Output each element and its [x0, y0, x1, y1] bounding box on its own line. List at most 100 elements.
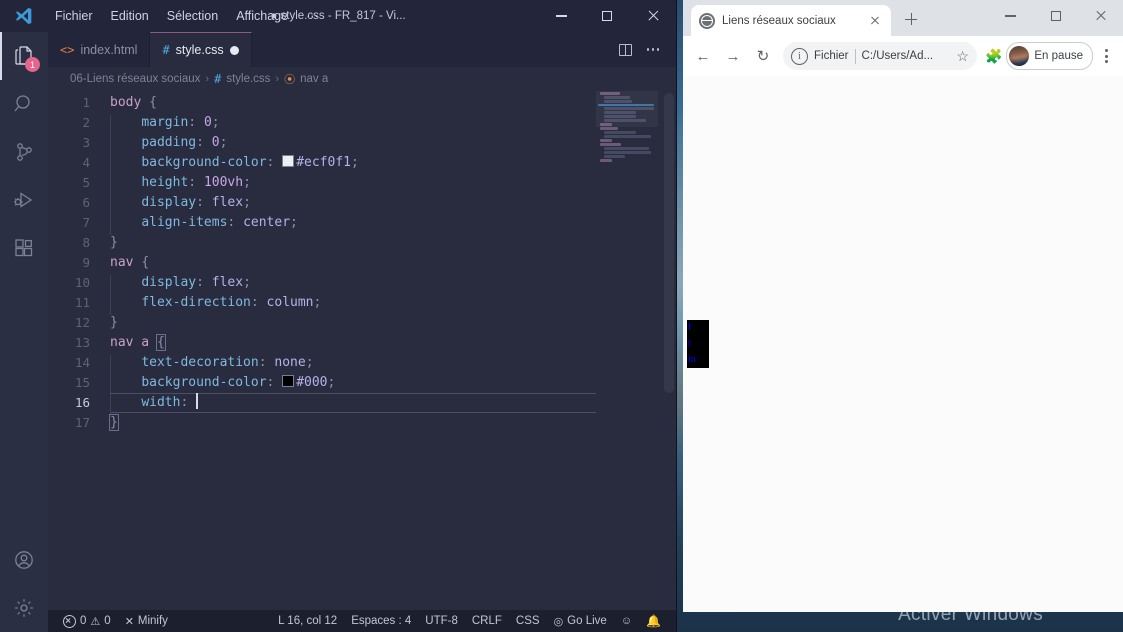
close-icon[interactable]	[1078, 0, 1123, 32]
split-editor-icon[interactable]	[612, 37, 638, 63]
color-swatch[interactable]	[282, 155, 295, 167]
code-line[interactable]: 14 text-decoration: none;	[48, 353, 676, 375]
menu-edition[interactable]: Edition	[102, 5, 158, 27]
tab-style-css[interactable]: # style.css	[150, 32, 252, 67]
code-line[interactable]: 1 body {	[48, 93, 676, 113]
code-editor[interactable]: 1 body {2 margin: 0; 3 padding: 0; 4 backgr…	[48, 91, 676, 610]
indent	[110, 355, 141, 375]
vertical-scrollbar[interactable]	[658, 91, 676, 610]
status-indentation[interactable]: Espaces : 4	[344, 610, 418, 632]
code-line[interactable]: 13 nav a {	[48, 333, 676, 353]
bookmark-star-icon[interactable]: ☆	[956, 48, 969, 65]
kebab-menu-icon[interactable]	[1095, 43, 1117, 69]
line-number: 12	[74, 315, 90, 330]
browser-tab[interactable]: Liens réseaux sociaux	[691, 5, 891, 36]
nav-link[interactable]: t	[687, 336, 709, 352]
minimap-line	[600, 143, 622, 146]
minimap-slider[interactable]	[596, 91, 658, 127]
code-text: }	[110, 313, 676, 333]
code-token: #ecf0f1	[296, 155, 351, 170]
url-text: C:/Users/Ad...	[861, 50, 934, 62]
status-eol[interactable]: CRLF	[465, 610, 509, 632]
status-notifications[interactable]: 🔔	[639, 610, 668, 632]
code-token: nav	[110, 255, 134, 270]
minimize-icon[interactable]	[538, 0, 584, 32]
indent	[110, 135, 141, 155]
breadcrumb-symbol[interactable]: nav a	[300, 73, 328, 85]
sidebar-item-explorer[interactable]: 1	[0, 32, 48, 80]
css-symbol-icon: ⦿	[284, 74, 296, 86]
status-minify[interactable]: ✕ Minify	[118, 610, 175, 632]
code-line[interactable]: 8}	[48, 233, 676, 253]
maximize-icon[interactable]	[584, 0, 630, 32]
status-feedback[interactable]: ☺	[614, 610, 639, 632]
indent-guide	[110, 115, 111, 135]
reload-icon[interactable]: ↻	[749, 42, 777, 70]
minimap[interactable]	[596, 91, 658, 610]
minimap-line	[600, 159, 612, 162]
sidebar-item-extensions[interactable]	[0, 224, 48, 272]
scrollbar-thumb[interactable]	[664, 93, 674, 393]
forward-icon[interactable]: →	[719, 42, 747, 70]
code-token: center	[243, 215, 291, 230]
indent-guide	[110, 175, 111, 195]
code-line[interactable]: 4 background-color: #ecf0f1;	[48, 153, 676, 175]
code-line[interactable]: 10 display: flex;	[48, 273, 676, 295]
code-token: display	[141, 195, 197, 210]
profile-chip[interactable]: En pause	[1006, 42, 1093, 70]
code-line[interactable]: 9 nav {	[48, 253, 676, 273]
nav-link[interactable]: in	[687, 352, 709, 368]
breadcrumb-file[interactable]: style.css	[226, 73, 270, 85]
status-cursor-position[interactable]: L 16, col 12	[271, 610, 344, 632]
menu-fichier[interactable]: Fichier	[46, 5, 102, 27]
code-line[interactable]: 15 background-color: #000;	[48, 373, 676, 395]
code-scroll-area[interactable]: 1 body {2 margin: 0; 3 padding: 0; 4 backgr…	[48, 91, 676, 610]
status-bar: 0 ⚠ 0 ✕ Minify L 16, col 12 Espaces : 4 …	[48, 610, 676, 632]
sidebar-item-search[interactable]	[0, 80, 48, 128]
line-number: 10	[74, 275, 90, 290]
more-actions-icon[interactable]	[640, 37, 666, 63]
address-bar[interactable]: i Fichier C:/Users/Ad... ☆	[783, 42, 977, 70]
menu-more[interactable]: ···	[297, 5, 328, 27]
code-line[interactable]: 5 height: 100vh;	[48, 173, 676, 195]
chrome-window: Liens réseaux sociaux ← → ↻ i Fichier C:…	[683, 0, 1123, 612]
code-line[interactable]: 6 display: flex;	[48, 193, 676, 215]
extensions-puzzle-icon[interactable]: 🧩	[983, 48, 1004, 65]
vscode-window: Fichier Edition Sélection Affichage ··· …	[0, 0, 677, 632]
code-line[interactable]: 16 width:	[48, 393, 676, 415]
gear-icon[interactable]	[0, 584, 48, 632]
code-token: :	[227, 215, 244, 230]
status-problems[interactable]: 0 ⚠ 0	[56, 610, 118, 632]
close-icon[interactable]	[630, 0, 676, 32]
code-line[interactable]: 7 align-items: center;	[48, 213, 676, 235]
code-line[interactable]: 3 padding: 0;	[48, 133, 676, 155]
tab-index-html[interactable]: <> index.html	[48, 32, 151, 67]
breadcrumb-folder[interactable]: 06-Liens réseaux sociaux	[70, 73, 200, 85]
menu-affichage[interactable]: Affichage	[227, 5, 297, 27]
code-line[interactable]: 2 margin: 0;	[48, 113, 676, 135]
account-icon[interactable]	[0, 536, 48, 584]
status-encoding[interactable]: UTF-8	[418, 610, 465, 632]
sidebar-item-source-control[interactable]	[0, 128, 48, 176]
close-icon[interactable]	[867, 13, 883, 29]
unsaved-indicator[interactable]	[229, 45, 239, 55]
maximize-icon[interactable]	[1033, 0, 1078, 32]
status-language-mode[interactable]: CSS	[509, 610, 547, 632]
plus-icon[interactable]	[901, 9, 921, 29]
code-lines[interactable]: 1 body {2 margin: 0; 3 padding: 0; 4 backgr…	[48, 91, 676, 433]
vscode-logo-icon	[0, 0, 46, 32]
nav-link[interactable]: f	[687, 320, 709, 336]
vscode-window-controls	[538, 0, 676, 32]
minimize-icon[interactable]	[988, 0, 1033, 32]
color-swatch[interactable]	[282, 375, 295, 387]
site-info-icon[interactable]: i	[791, 47, 808, 65]
sidebar-item-run-debug[interactable]	[0, 176, 48, 224]
line-number: 11	[74, 295, 90, 310]
minimap-line	[600, 139, 612, 142]
menu-selection[interactable]: Sélection	[158, 5, 227, 27]
code-line[interactable]: 12}	[48, 313, 676, 333]
code-line[interactable]: 11 flex-direction: column;	[48, 293, 676, 315]
back-icon[interactable]: ←	[689, 42, 717, 70]
status-go-live[interactable]: ◎ Go Live	[547, 610, 614, 632]
code-line[interactable]: 17}	[48, 413, 676, 433]
